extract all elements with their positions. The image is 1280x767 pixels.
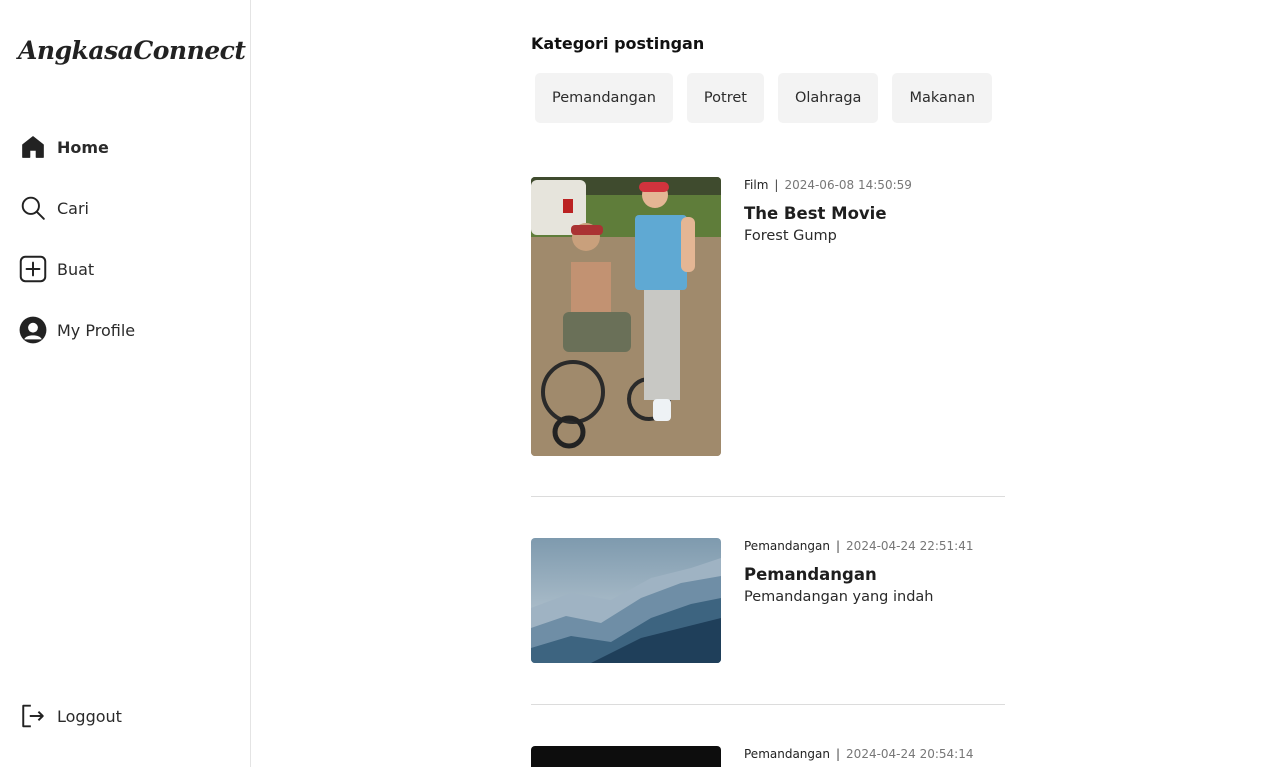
logout-label: Loggout	[57, 706, 122, 726]
sidebar-item-label: Buat	[57, 259, 95, 279]
category-chip-pemandangan[interactable]: Pemandangan	[535, 73, 673, 123]
logout-button[interactable]: Loggout	[18, 700, 122, 732]
post-meta: Pemandangan | 2024-04-24 20:54:14	[744, 746, 1004, 762]
category-chip-potret[interactable]: Potret	[686, 73, 764, 123]
sidebar-item-create[interactable]: Buat	[18, 253, 94, 285]
sidebar-item-search[interactable]: Cari	[18, 192, 89, 224]
main-feed: Kategori postingan Pemandangan Potret Ol…	[251, 0, 1280, 767]
sidebar-item-label: Home	[57, 137, 109, 157]
sidebar: AngkasaConnect Home Cari Buat My Profile…	[0, 0, 251, 767]
post-meta: Pemandangan | 2024-04-24 22:51:41	[744, 538, 1004, 554]
post-image[interactable]	[531, 538, 721, 663]
app-logo[interactable]: AngkasaConnect	[18, 36, 246, 65]
post-info: Film | 2024-06-08 14:50:59 The Best Movi…	[744, 177, 1004, 244]
meta-separator: |	[836, 539, 841, 553]
post-description: Forest Gump	[744, 228, 837, 244]
post-divider	[531, 704, 1005, 705]
post-title[interactable]: Pemandangan	[744, 565, 1004, 584]
post-image[interactable]	[531, 746, 721, 767]
plus-square-icon	[18, 254, 48, 284]
category-chips: Pemandangan Potret Olahraga Makanan	[535, 73, 993, 123]
post-info: Pemandangan | 2024-04-24 22:51:41 Pemand…	[744, 538, 1004, 605]
post-category[interactable]: Pemandangan	[744, 539, 830, 553]
post-info: Pemandangan | 2024-04-24 20:54:14	[744, 746, 1004, 762]
sidebar-item-home[interactable]: Home	[18, 131, 109, 163]
post-category[interactable]: Film	[744, 178, 768, 192]
search-icon	[18, 193, 48, 223]
sidebar-item-label: My Profile	[57, 320, 136, 340]
sidebar-item-profile[interactable]: My Profile	[18, 314, 135, 346]
post-timestamp: 2024-04-24 20:54:14	[846, 747, 974, 761]
post-description: Pemandangan yang indah	[744, 589, 934, 605]
post-timestamp: 2024-04-24 22:51:41	[846, 539, 974, 553]
category-chip-olahraga[interactable]: Olahraga	[777, 73, 879, 123]
post-divider	[531, 496, 1005, 497]
post-category[interactable]: Pemandangan	[744, 747, 830, 761]
home-icon	[18, 132, 48, 162]
post-card[interactable]: Pemandangan | 2024-04-24 22:51:41 Pemand…	[531, 538, 1005, 664]
meta-separator: |	[774, 178, 779, 192]
category-chip-makanan[interactable]: Makanan	[892, 73, 993, 123]
post-meta: Film | 2024-06-08 14:50:59	[744, 177, 1004, 193]
post-timestamp: 2024-06-08 14:50:59	[784, 178, 912, 192]
post-card[interactable]: Film | 2024-06-08 14:50:59 The Best Movi…	[531, 177, 1005, 457]
meta-separator: |	[836, 747, 841, 761]
category-title: Kategori postingan	[531, 34, 705, 53]
logout-icon	[18, 701, 48, 731]
profile-icon	[18, 315, 48, 345]
post-title[interactable]: The Best Movie	[744, 204, 1004, 223]
post-card[interactable]: Pemandangan | 2024-04-24 20:54:14	[531, 746, 1005, 767]
sidebar-item-label: Cari	[57, 198, 89, 218]
post-image[interactable]	[531, 177, 721, 456]
